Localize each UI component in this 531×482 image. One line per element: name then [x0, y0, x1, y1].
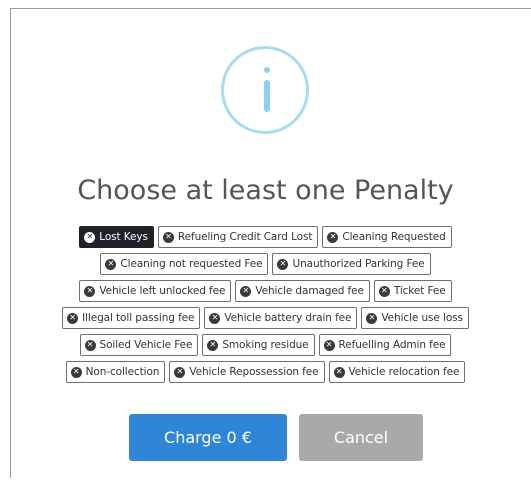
penalty-tag-label: Vehicle Repossession fee [189, 366, 319, 378]
penalty-tag-label: Lost Keys [99, 231, 148, 243]
penalty-tag-list: ✕ Lost Keys ✕ Refueling Credit Card Lost ✕ Cl… [40, 226, 491, 383]
penalty-tag-label: Vehicle left unlocked fee [99, 285, 226, 297]
penalty-tag[interactable]: ✕ Lost Keys [79, 226, 154, 248]
close-circle-icon[interactable]: ✕ [327, 231, 339, 243]
penalty-tag-label: Illegal toll passing fee [82, 312, 195, 324]
close-circle-icon[interactable]: ✕ [333, 366, 345, 378]
penalty-tag-label: Cleaning Requested [342, 231, 446, 243]
close-circle-icon[interactable]: ✕ [240, 285, 252, 297]
penalty-tag[interactable]: ✕ Cleaning not requested Fee [100, 253, 269, 275]
penalty-tag-label: Soiled Vehicle Fee [99, 339, 193, 351]
penalty-tag[interactable]: ✕ Vehicle battery drain fee [204, 307, 358, 329]
charge-button[interactable]: Charge 0 € [129, 414, 287, 461]
close-circle-icon[interactable]: ✕ [70, 366, 82, 378]
penalty-tag[interactable]: ✕ Refuelling Admin fee [318, 334, 452, 356]
penalty-tag[interactable]: ✕ Vehicle damaged fee [235, 280, 370, 302]
info-icon-bar [264, 80, 270, 112]
info-icon-dot [264, 67, 270, 73]
close-circle-icon[interactable]: ✕ [209, 312, 221, 324]
penalty-tag[interactable]: ✕ Vehicle use loss [361, 307, 469, 329]
dialog-title: Choose at least one Penalty [77, 175, 454, 206]
penalty-tag-label: Refueling Credit Card Lost [177, 231, 313, 243]
penalty-tag-label: Vehicle battery drain fee [224, 312, 352, 324]
penalty-tag[interactable]: ✕ Vehicle Repossession fee [169, 361, 325, 383]
close-circle-icon[interactable]: ✕ [277, 258, 289, 270]
close-circle-icon[interactable]: ✕ [84, 231, 96, 243]
penalty-tag[interactable]: ✕ Ticket Fee [373, 280, 452, 302]
penalty-tag[interactable]: ✕ Smoking residue [202, 334, 315, 356]
penalty-tag-label: Vehicle relocation fee [348, 366, 460, 378]
close-circle-icon[interactable]: ✕ [105, 258, 117, 270]
close-circle-icon[interactable]: ✕ [207, 339, 219, 351]
penalty-tag[interactable]: ✕ Soiled Vehicle Fee [79, 334, 199, 356]
penalty-tag-label: Ticket Fee [393, 285, 446, 297]
penalty-tag[interactable]: ✕ Vehicle left unlocked fee [79, 280, 232, 302]
penalty-tag-label: Unauthorized Parking Fee [292, 258, 425, 270]
penalty-tag-label: Vehicle use loss [381, 312, 463, 324]
close-circle-icon[interactable]: ✕ [378, 285, 390, 297]
penalty-tag[interactable]: ✕ Illegal toll passing fee [62, 307, 201, 329]
penalty-tag[interactable]: ✕ Refueling Credit Card Lost [157, 226, 319, 248]
info-icon [221, 46, 309, 134]
close-circle-icon[interactable]: ✕ [84, 339, 96, 351]
close-circle-icon[interactable]: ✕ [84, 285, 96, 297]
penalty-tag[interactable]: ✕ Non-collection [65, 361, 166, 383]
penalty-tag-label: Refuelling Admin fee [338, 339, 446, 351]
close-circle-icon[interactable]: ✕ [174, 366, 186, 378]
penalty-tag-label: Non-collection [85, 366, 160, 378]
penalty-tag-label: Cleaning not requested Fee [120, 258, 263, 270]
close-circle-icon[interactable]: ✕ [67, 312, 79, 324]
close-circle-icon[interactable]: ✕ [162, 231, 174, 243]
penalty-tag[interactable]: ✕ Vehicle relocation fee [328, 361, 466, 383]
penalty-tag-label: Smoking residue [222, 339, 309, 351]
penalty-tag[interactable]: ✕ Unauthorized Parking Fee [272, 253, 431, 275]
close-circle-icon[interactable]: ✕ [323, 339, 335, 351]
penalty-tag[interactable]: ✕ Cleaning Requested [322, 226, 452, 248]
cancel-button[interactable]: Cancel [299, 414, 423, 461]
close-circle-icon[interactable]: ✕ [366, 312, 378, 324]
penalty-tag-label: Vehicle damaged fee [255, 285, 364, 297]
